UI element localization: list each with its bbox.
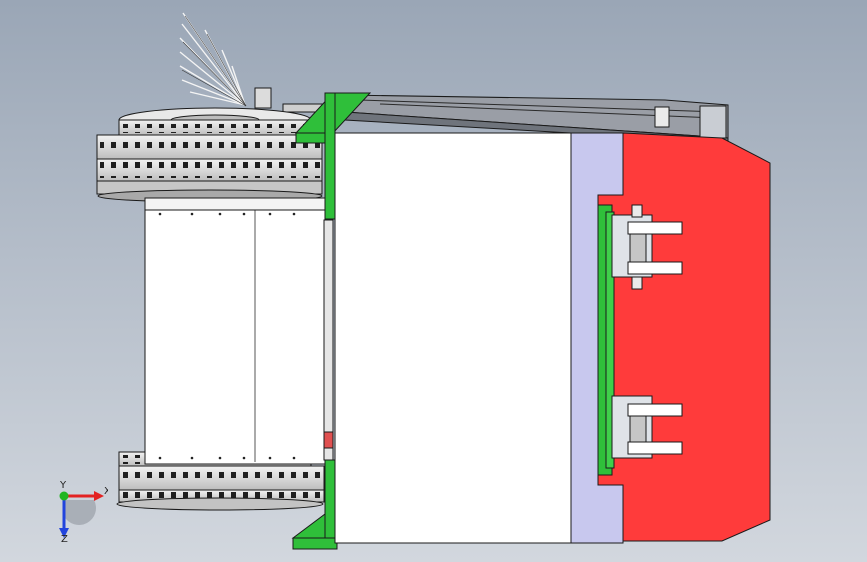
wire-fan [179, 12, 246, 106]
upper-drum [96, 87, 324, 203]
y-axis-icon [59, 491, 69, 501]
left-enclosure [144, 197, 334, 465]
cad-model[interactable] [0, 0, 867, 562]
main-housing [334, 132, 572, 544]
y-axis-label: Y [59, 480, 67, 491]
z-axis-label: Z [61, 534, 68, 542]
red-end-plate [597, 132, 771, 542]
cad-viewport[interactable]: X Y Z [0, 0, 867, 562]
coordinate-triad-icon: X Y Z [59, 480, 108, 542]
x-axis-label: X [104, 486, 108, 497]
